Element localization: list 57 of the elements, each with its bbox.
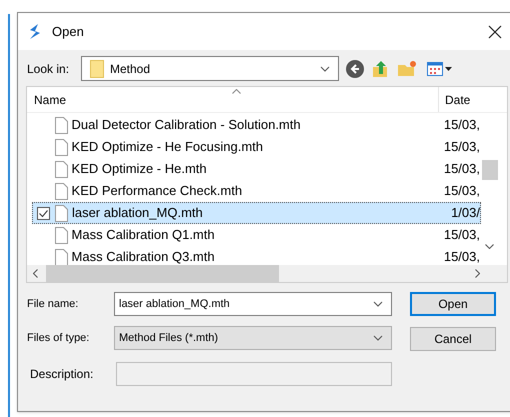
date-cell-text: 15/03, xyxy=(442,248,480,265)
back-icon[interactable] xyxy=(345,58,365,78)
file-name: Mass Calibration Q3.mth xyxy=(70,248,216,265)
window-title: Open xyxy=(52,22,84,41)
file-row[interactable]: KED Performance Check.mth 15/03, xyxy=(32,180,481,202)
date-cell-text: 15/03, xyxy=(442,160,480,178)
look-in-label: Look in: xyxy=(27,60,70,78)
file-type-dropdown[interactable]: Method Files (*.mth) xyxy=(114,326,392,350)
file-name: KED Performance Check.mth xyxy=(70,182,244,200)
document-icon xyxy=(54,138,68,156)
file-name-field[interactable]: laser ablation_MQ.mth xyxy=(114,292,392,316)
view-menu-button[interactable] xyxy=(427,62,452,76)
file-name: KED Optimize - He.mth xyxy=(70,160,208,178)
file-name: Dual Detector Calibration - Solution.mth xyxy=(70,116,302,134)
file-type-label: Files of type: xyxy=(27,330,90,346)
scroll-left-icon[interactable] xyxy=(33,269,38,278)
date-cell-text: 15/03, xyxy=(442,116,480,134)
dropdown-chevron-icon[interactable] xyxy=(373,335,383,341)
document-icon xyxy=(54,204,68,222)
close-icon[interactable] xyxy=(488,24,502,38)
new-folder-icon[interactable] xyxy=(397,58,417,78)
dropdown-chevron-icon[interactable] xyxy=(320,66,330,72)
scroll-down-icon[interactable] xyxy=(485,244,494,249)
file-row[interactable]: Mass Calibration Q3.mth 15/03, xyxy=(32,246,481,265)
dropdown-chevron-icon[interactable] xyxy=(373,301,383,307)
scrollbar-thumb[interactable] xyxy=(482,160,498,180)
date-cell-text: 15/03, xyxy=(442,138,480,156)
description-label: Description: xyxy=(29,366,94,383)
dialog-button[interactable]: Cancel xyxy=(410,327,496,351)
grid-view-icon xyxy=(427,62,443,76)
dialog-button[interactable]: Open xyxy=(410,292,496,316)
checkbox[interactable] xyxy=(37,206,50,220)
date-cell-text: 15/03, xyxy=(442,182,480,200)
file-row[interactable]: KED Optimize - He.mth 15/03, xyxy=(32,158,481,180)
horizontal-scrollbar[interactable] xyxy=(27,265,507,282)
file-name: KED Optimize - He Focusing.mth xyxy=(70,138,264,156)
file-row[interactable]: laser ablation_MQ.mth 1/03/ xyxy=(32,202,481,224)
column-header[interactable]: Name xyxy=(34,91,66,109)
document-icon xyxy=(54,160,68,178)
folder-icon xyxy=(90,60,104,78)
date-cell-text: 1/03/ xyxy=(450,204,480,222)
caret-icon xyxy=(445,66,452,70)
date-cell-text: 15/03, xyxy=(442,226,480,244)
file-row[interactable]: Dual Detector Calibration - Solution.mth 15/03, xyxy=(32,114,481,136)
file-row[interactable]: Mass Calibration Q1.mth 15/03, xyxy=(32,224,481,246)
look-in-dropdown[interactable]: Method xyxy=(81,56,339,81)
document-icon xyxy=(54,182,68,200)
document-icon xyxy=(54,116,68,134)
scroll-right-icon[interactable] xyxy=(475,269,480,278)
file-name-label: File name: xyxy=(27,296,80,312)
scrollbar-thumb[interactable] xyxy=(46,265,279,282)
file-name: Mass Calibration Q1.mth xyxy=(70,226,216,244)
file-name: laser ablation_MQ.mth xyxy=(70,204,204,222)
document-icon xyxy=(54,226,68,244)
column-header[interactable]: Date xyxy=(445,91,470,109)
document-icon xyxy=(54,248,68,265)
file-row[interactable]: KED Optimize - He Focusing.mth 15/03, xyxy=(32,136,481,158)
